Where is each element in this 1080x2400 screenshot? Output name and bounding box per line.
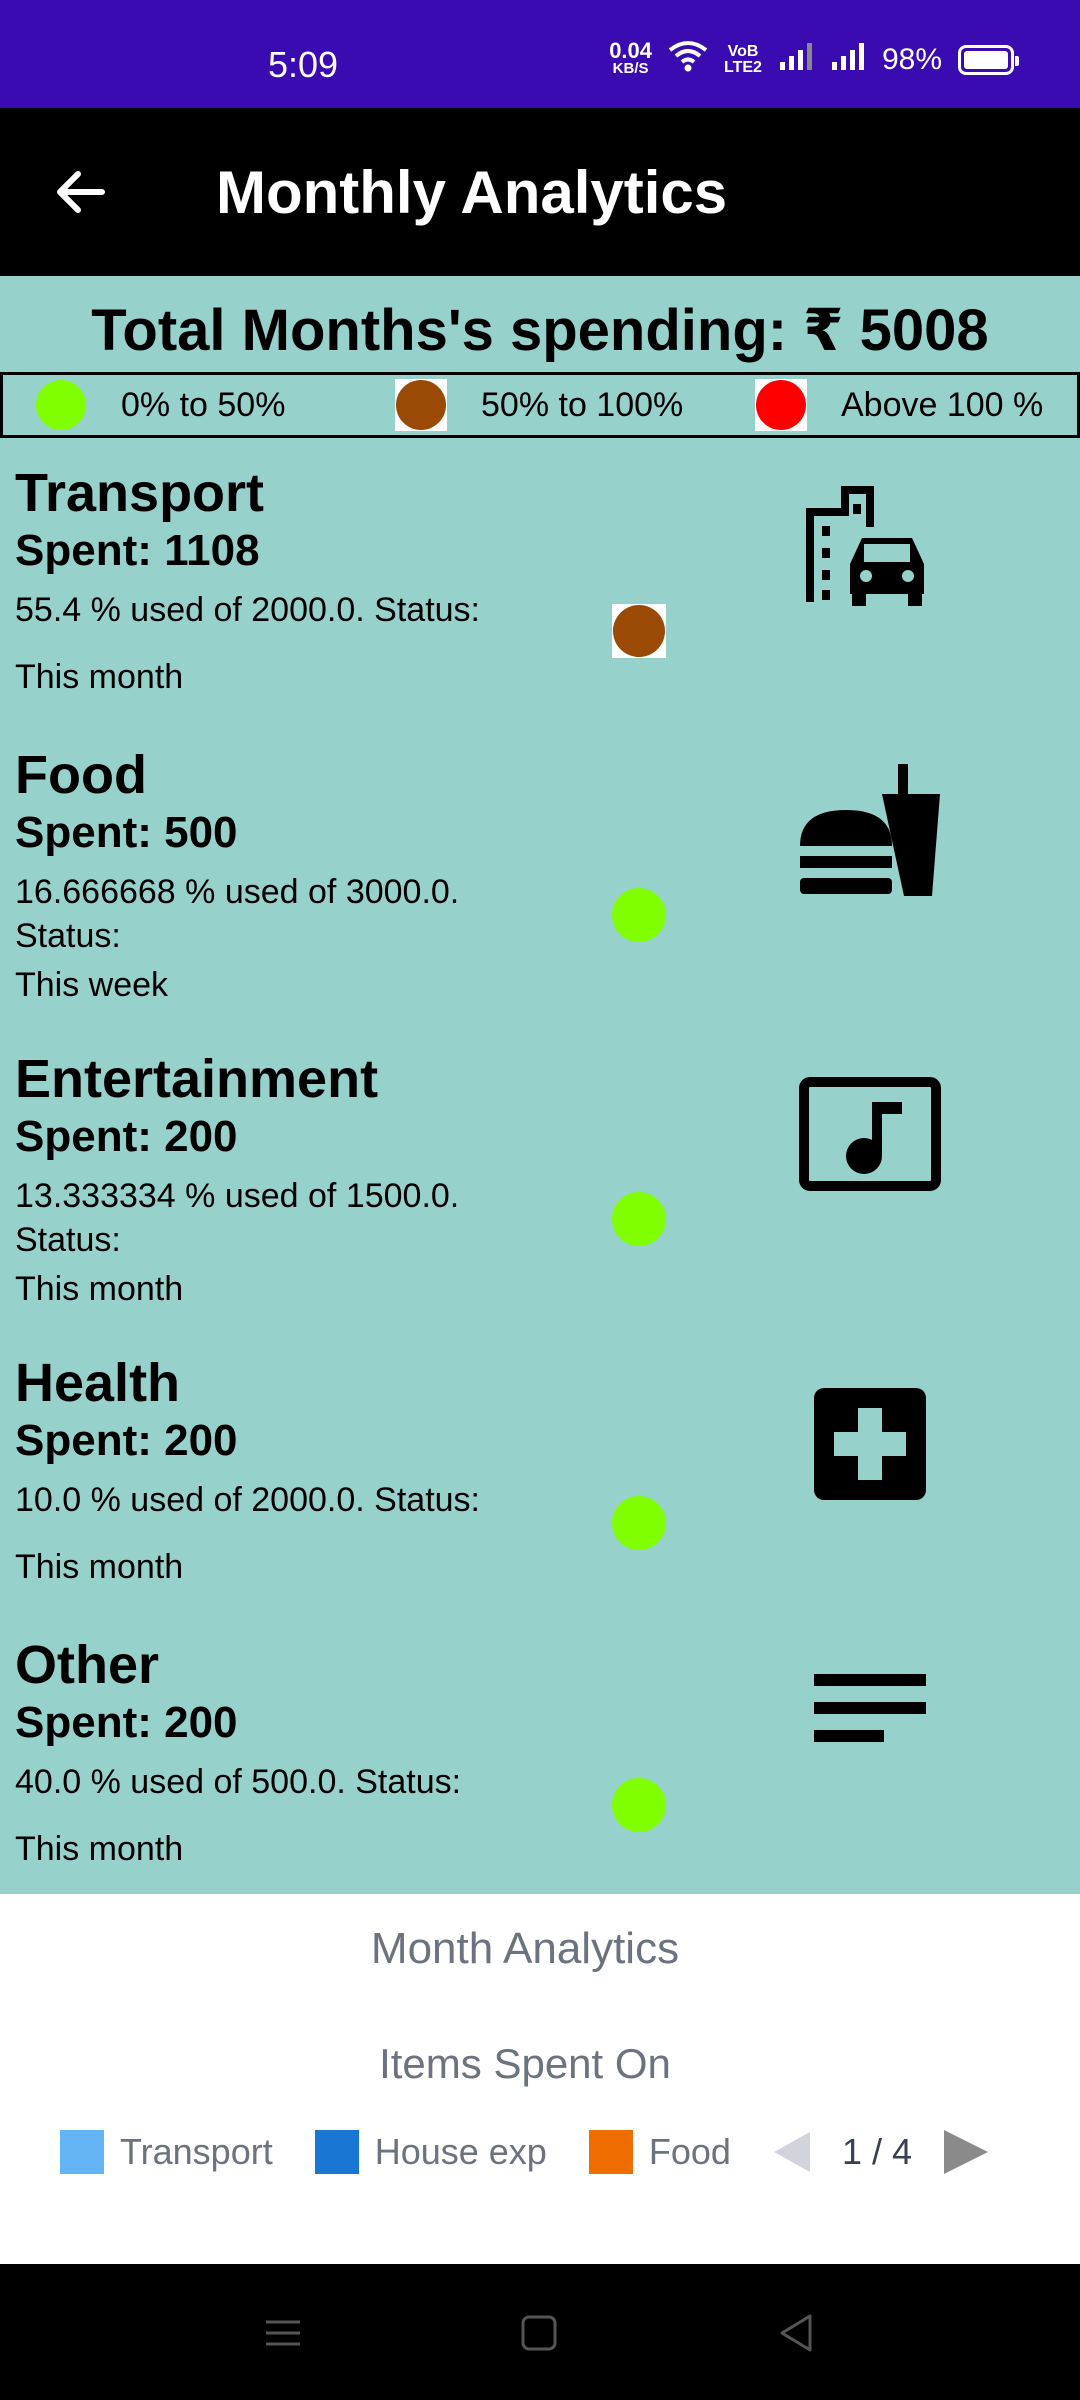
chart-legend: Transport House exp Food (60, 2122, 773, 2182)
status-indicator (612, 1192, 666, 1246)
system-navigation-bar (0, 2264, 1080, 2400)
category-name: Health (15, 1353, 181, 1413)
previous-page-icon[interactable] (770, 2130, 814, 2174)
back-button[interactable] (40, 152, 120, 232)
category-usage: 16.666668 % used of 3000.0. Status: (15, 873, 460, 955)
category-spent: Spent: 200 (15, 1112, 238, 1161)
menu-icon[interactable] (258, 2308, 308, 2358)
legend-pager: 1 / 4 (770, 2122, 992, 2182)
chart-legend-house-exp[interactable]: House exp (314, 2130, 547, 2174)
category-name: Other (15, 1635, 160, 1695)
volte-top-label: VoB (727, 43, 759, 60)
category-health[interactable]: Health Spent: 200 10.0 % used of 2000.0.… (0, 1352, 1080, 1632)
fastfood-icon (790, 764, 950, 904)
signal-sim1-icon (778, 40, 814, 80)
legend-dot-high (755, 379, 807, 431)
category-usage: 13.333334 % used of 1500.0. Status: (15, 1177, 460, 1259)
category-usage: 40.0 % used of 500.0. Status: (15, 1763, 462, 1801)
signal-sim2-icon (830, 40, 866, 80)
category-spent: Spent: 500 (15, 808, 238, 857)
legend-label-low: 0% to 50% (121, 385, 286, 424)
legend-label-mid: 50% to 100% (481, 385, 684, 424)
network-speed-unit: KB/S (612, 60, 649, 77)
chart-panel: Month Analytics Items Spent On Transport… (0, 1894, 1080, 2264)
status-time: 5:09 (268, 44, 339, 85)
category-period: This week (15, 966, 169, 1004)
analytics-content: Total Months's spending: ₹ 5008 0% to 50… (0, 276, 1080, 1894)
total-spending: Total Months's spending: ₹ 5008 (91, 298, 989, 363)
volte-bottom-label: LTE2 (724, 59, 762, 76)
status-bar: 5:09 0.04 KB/S VoB LTE2 98% (0, 0, 1080, 108)
status-icons: 0.04 KB/S VoB LTE2 98% (609, 38, 1019, 80)
back-arrow-icon (57, 171, 105, 213)
app-bar: Monthly Analytics (0, 108, 1080, 276)
chart-legend-transport[interactable]: Transport (60, 2130, 273, 2174)
category-name: Food (15, 745, 147, 805)
status-indicator (612, 888, 666, 942)
legend-item-high: Above 100 % (755, 375, 1043, 435)
chart-legend-swatch (314, 2130, 359, 2174)
category-usage: 10.0 % used of 2000.0. Status: (15, 1481, 480, 1519)
chart-title: Month Analytics (370, 1924, 680, 1973)
category-name: Entertainment (15, 1049, 379, 1109)
category-period: This month (15, 658, 184, 696)
volte-indicator: VoB LTE2 (724, 44, 762, 76)
chart-subtitle: Items Spent On (379, 2040, 671, 2087)
category-spent: Spent: 200 (15, 1698, 238, 1747)
legend-label-high: Above 100 % (841, 385, 1044, 424)
category-entertainment[interactable]: Entertainment Spent: 200 13.333334 % use… (0, 1048, 1080, 1328)
category-food[interactable]: Food Spent: 500 16.666668 % used of 3000… (0, 744, 1080, 1024)
transport-icon (790, 482, 950, 622)
chart-legend-label: Transport (120, 2131, 273, 2172)
category-spent: Spent: 200 (15, 1416, 238, 1465)
category-other[interactable]: Other Spent: 200 40.0 % used of 500.0. S… (0, 1634, 1080, 1914)
category-usage: 55.4 % used of 2000.0. Status: (15, 591, 480, 629)
category-name: Transport (15, 463, 265, 523)
status-legend: 0% to 50% 50% to 100% Above 100 % (0, 372, 1080, 438)
legend-item-mid: 50% to 100% (395, 375, 683, 435)
back-nav-icon[interactable] (772, 2308, 822, 2358)
page-title: Monthly Analytics (216, 159, 728, 226)
music-note-icon (790, 1068, 950, 1208)
category-spent: Spent: 1108 (15, 526, 260, 575)
status-indicator (612, 1778, 666, 1832)
category-period: This month (15, 1830, 184, 1868)
home-icon[interactable] (514, 2308, 564, 2358)
chart-legend-swatch (60, 2130, 104, 2174)
battery-icon (958, 45, 1019, 75)
category-transport[interactable]: Transport Spent: 1108 55.4 % used of 200… (0, 462, 1080, 742)
battery-percent: 98% (881, 43, 942, 76)
wifi-icon (668, 40, 708, 80)
medical-cross-icon (790, 1372, 950, 1512)
legend-dot-low (35, 379, 87, 431)
network-speed-value: 0.04 (609, 38, 653, 63)
chart-legend-swatch (588, 2130, 633, 2174)
legend-dot-mid (395, 379, 447, 431)
status-indicator (612, 604, 666, 658)
status-indicator (612, 1496, 666, 1550)
category-period: This month (15, 1548, 184, 1586)
next-page-icon[interactable] (940, 2128, 992, 2176)
chart-legend-label: House exp (374, 2131, 547, 2172)
notes-icon (790, 1654, 950, 1794)
page-indicator: 1 / 4 (842, 2131, 913, 2172)
category-period: This month (15, 1270, 184, 1308)
legend-item-low: 0% to 50% (35, 375, 285, 435)
chart-legend-food[interactable]: Food (588, 2130, 731, 2174)
network-speed: 0.04 KB/S (609, 38, 653, 78)
chart-legend-label: Food (648, 2131, 731, 2172)
